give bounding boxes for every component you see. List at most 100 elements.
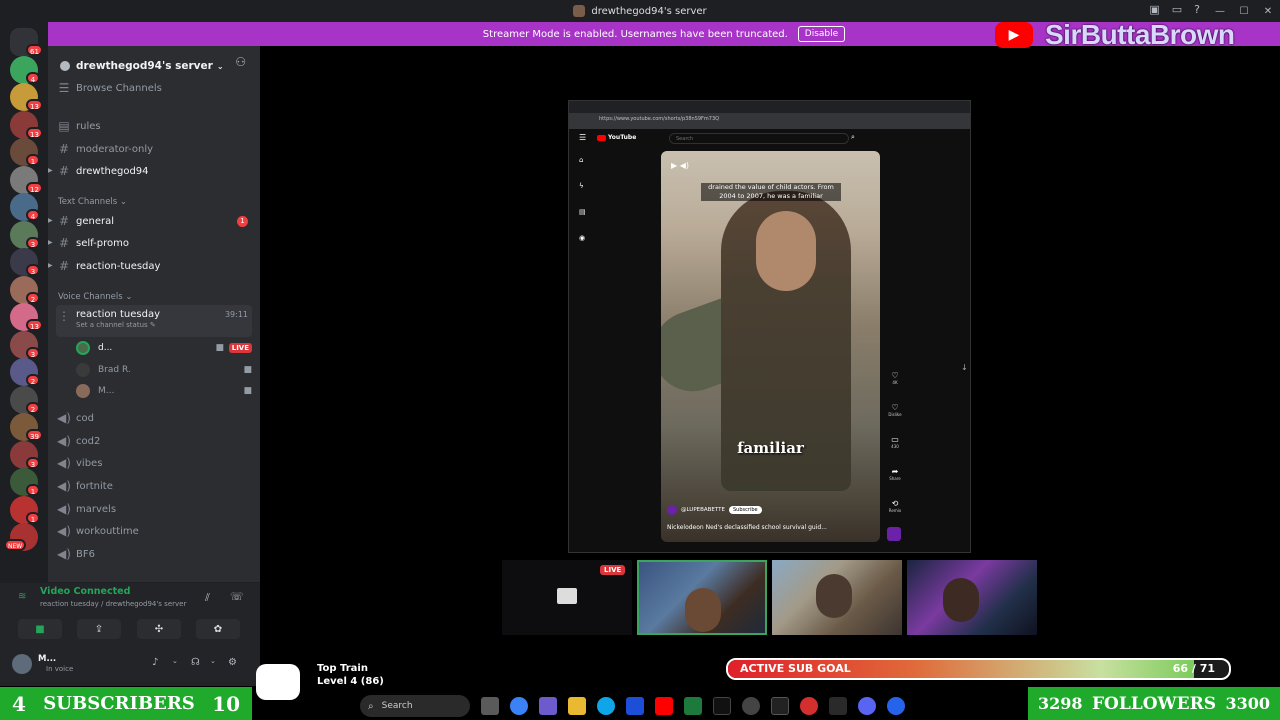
voice-user[interactable]: d... ■ LIVE <box>76 339 252 357</box>
voice-channel-vibes[interactable]: ◀) vibes <box>56 453 252 473</box>
close-button[interactable]: ✕ <box>1256 6 1280 17</box>
obs-icon[interactable] <box>742 697 760 715</box>
inbox-icon[interactable]: ▣ <box>1149 3 1159 16</box>
chevron-down-icon[interactable]: ⌄ <box>210 657 216 665</box>
call-of-duty-icon[interactable] <box>771 697 789 715</box>
xbox-icon[interactable] <box>684 697 702 715</box>
voice-channel-cod2[interactable]: ◀) cod2 <box>56 431 252 451</box>
browser-tab-strip <box>569 101 970 113</box>
channel-rules[interactable]: ▤ rules <box>56 116 252 136</box>
opera-icon[interactable] <box>800 697 818 715</box>
teams-icon[interactable] <box>539 697 557 715</box>
titlebar-icons: ▣ ▭ ? <box>1149 3 1200 16</box>
store-icon[interactable] <box>626 697 644 715</box>
play-icon: ▶ ◀) <box>671 161 689 170</box>
share-action: ➦ Share <box>887 467 903 481</box>
pencil-icon: ✎ <box>149 321 156 329</box>
share-screen-button[interactable]: ⇪ <box>77 619 121 639</box>
discord-icon[interactable] <box>858 697 876 715</box>
gear-icon[interactable]: ⚙ <box>228 657 237 668</box>
youtube-logo-icon: ▶ <box>995 22 1033 48</box>
chevron-down-icon[interactable]: ⌄ <box>172 657 178 665</box>
maximize-button[interactable]: ☐ <box>1232 6 1256 17</box>
voice-timer: 39:11 <box>224 310 248 319</box>
channel-drewthegod94[interactable]: # drewthegod94 <box>56 161 252 181</box>
channel-moderator-only[interactable]: # moderator-only <box>56 139 252 159</box>
soundboard-button[interactable]: ✿ <box>196 619 240 639</box>
voice-channel-fortnite[interactable]: ◀) fortnite <box>56 476 252 496</box>
category-voice-channels[interactable]: Voice Channels ⌄ <box>58 292 132 302</box>
user-panel: M... In voice ♪ ⌄ ☊ ⌄ ⚙ <box>0 644 260 686</box>
copilot-icon[interactable] <box>510 697 528 715</box>
avatar[interactable] <box>12 654 32 674</box>
voice-channel-cod[interactable]: ◀) cod <box>56 408 252 428</box>
video-caption: drained the value of child actors. From … <box>701 183 841 201</box>
subscriptions-icon: ▤ <box>579 208 586 216</box>
voice-channel-bf6[interactable]: ◀) BF6 <box>56 544 252 564</box>
webcam-tile[interactable] <box>907 560 1037 635</box>
category-text-channels[interactable]: Text Channels ⌄ <box>58 197 127 207</box>
subscriber-goal-box: 4 SUBSCRIBERS 10 <box>0 687 252 720</box>
youtube-icon[interactable] <box>655 697 673 715</box>
voice-activity-icon: ⋮ <box>58 309 70 323</box>
channel-self-promo[interactable]: # self-promo <box>56 233 252 253</box>
file-explorer-icon[interactable] <box>568 697 586 715</box>
channel-name: SirButtaBrown <box>1045 19 1235 50</box>
set-channel-status[interactable]: Set a channel status ✎ <box>76 321 160 329</box>
video-camera-icon: ■ <box>35 623 45 635</box>
tiktok-icon[interactable] <box>713 697 731 715</box>
channel-general[interactable]: # general <box>56 211 252 231</box>
user-name: M... <box>38 654 57 664</box>
taskbar-search-label: Search <box>381 701 413 711</box>
channel-label: drewthegod94 <box>76 165 149 177</box>
screen-icon[interactable]: ▭ <box>1172 3 1182 16</box>
share-label: Share <box>889 476 901 481</box>
remix-action: ⟲ Remix <box>887 499 903 513</box>
windows-taskbar: ⌕ Search <box>300 692 1028 720</box>
notification-badge: 13 <box>26 99 43 111</box>
server-icon <box>573 5 586 17</box>
minimize-button[interactable]: — <box>1208 6 1232 17</box>
activities-button[interactable]: ✣ <box>137 619 181 639</box>
hash-icon: # <box>58 259 70 273</box>
disconnect-icon[interactable]: ☏ <box>230 590 244 603</box>
server-header[interactable]: drewthegod94's server ⌄ <box>48 52 260 80</box>
avatar <box>76 363 90 377</box>
voice-user[interactable]: M... ■ <box>76 382 252 400</box>
microphone-icon[interactable]: ♪ <box>152 657 158 668</box>
browse-channels[interactable]: ☰ Browse Channels <box>56 78 252 98</box>
voice-channel-marvels[interactable]: ◀) marvels <box>56 499 252 519</box>
webcam-tile-screenshare[interactable]: LIVE <box>502 560 632 635</box>
capcut-icon[interactable] <box>829 697 847 715</box>
headphones-icon[interactable]: ☊ <box>191 657 200 668</box>
channel-reaction-tuesday[interactable]: # reaction-tuesday <box>56 256 252 276</box>
participant-figure <box>816 574 852 618</box>
disable-streamer-mode-button[interactable]: Disable <box>797 26 846 42</box>
channel-label: self-promo <box>76 237 129 249</box>
taskbar-search[interactable]: ⌕ Search <box>360 695 470 717</box>
youtube-header: ☰ YouTube Search ⌕ <box>569 129 970 149</box>
channel-label: general <box>76 215 115 227</box>
noise-suppression-icon[interactable]: ⫽ <box>205 591 210 605</box>
rules-icon: ▤ <box>58 119 70 133</box>
chevron-down-icon: ⌄ <box>119 197 128 207</box>
voice-channel-label: reaction tuesday <box>76 309 161 320</box>
live-badge: LIVE <box>228 343 252 353</box>
voice-channel-workouttime[interactable]: ◀) workouttime <box>56 521 252 541</box>
voice-location[interactable]: reaction tuesday / drewthegod94's server <box>40 600 186 608</box>
task-view-icon[interactable] <box>481 697 499 715</box>
voice-user[interactable]: Brad R. ■ <box>76 361 252 379</box>
screen-share-stream[interactable]: https://www.youtube.com/shorts/p38nS9Fm7… <box>568 100 971 553</box>
webcam-tile[interactable] <box>772 560 902 635</box>
invite-user-icon[interactable]: ⚇ <box>235 55 246 69</box>
camera-button[interactable]: ■ <box>18 619 62 639</box>
chevron-down-icon: ⌄ <box>216 61 224 71</box>
edge-icon[interactable] <box>597 697 615 715</box>
voice-channel-reaction-tuesday[interactable]: ⋮ reaction tuesday Set a channel status … <box>56 305 252 337</box>
webcam-tile[interactable] <box>637 560 767 635</box>
notification-badge: 2 <box>26 374 40 386</box>
help-icon[interactable]: ? <box>1194 3 1200 16</box>
subscribers-goal: 10 <box>212 691 240 716</box>
sub-goal-label: ACTIVE SUB GOAL <box>740 662 851 675</box>
app-icon[interactable] <box>887 697 905 715</box>
